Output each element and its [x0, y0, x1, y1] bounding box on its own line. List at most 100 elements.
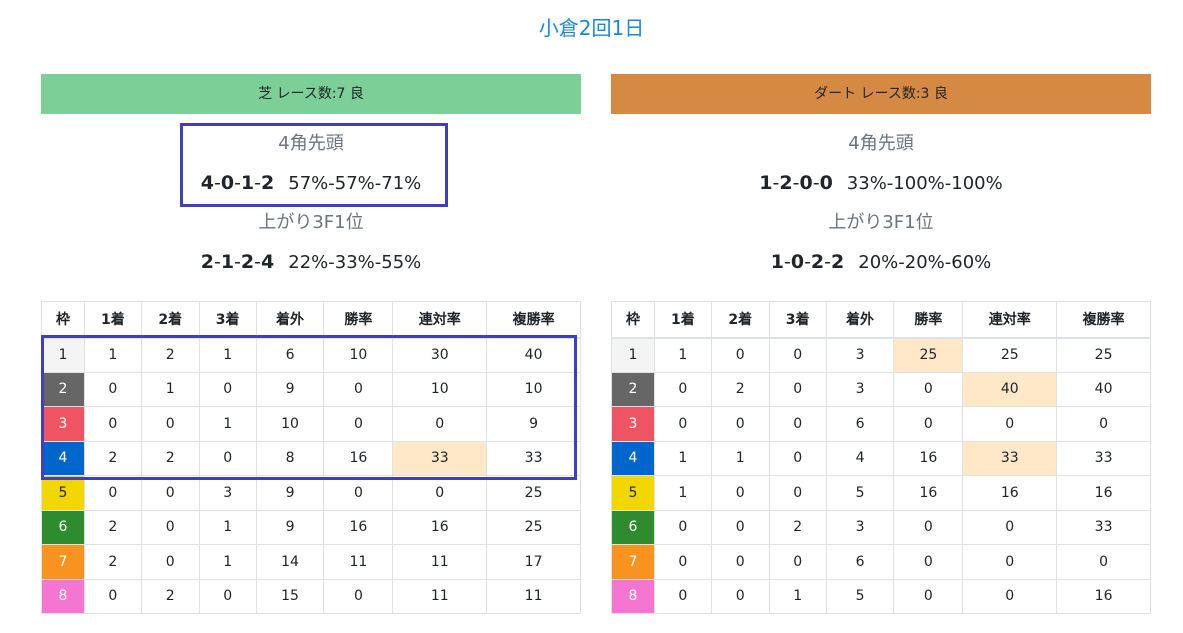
out-cell: 3: [825, 371, 895, 407]
place-rate-cell: 0: [1056, 406, 1151, 442]
second-cell: 2: [140, 440, 200, 476]
quinella-rate-cell: 16: [962, 475, 1058, 511]
column-header-third: 3着: [198, 301, 257, 339]
third-cell: 0: [198, 578, 257, 614]
win-cell: 0: [653, 544, 712, 580]
waku-cell: 4: [41, 440, 85, 476]
count-value: 2: [240, 251, 255, 273]
count-separator: -: [234, 251, 241, 273]
win-rate-cell: 0: [893, 371, 964, 407]
win-cell: 0: [653, 509, 712, 545]
win-cell: 1: [653, 475, 712, 511]
count-value: 1: [759, 172, 773, 194]
column-header-quinella-rate: 連対率: [962, 301, 1058, 339]
corner-lead-counts: 4-0-1-2: [201, 172, 275, 194]
quinella-rate-cell: 0: [392, 475, 488, 511]
count-value: 0: [220, 172, 235, 194]
count-value: 2: [831, 251, 845, 273]
win-cell: 1: [653, 440, 712, 476]
corner-lead-stats: 4角先頭 1-2-0-0 33%-100%-100%: [611, 114, 1151, 203]
table-row: 5 1 0 0 5 16 16 16: [611, 475, 1151, 511]
quinella-rate-cell: 30: [392, 337, 488, 373]
count-value: 2: [810, 251, 825, 273]
quinella-rate-cell: 0: [962, 578, 1058, 614]
out-cell: 9: [255, 509, 325, 545]
page-title[interactable]: 小倉2回1日: [0, 13, 1183, 43]
second-cell: 1: [710, 440, 770, 476]
win-rate-cell: 0: [323, 371, 394, 407]
win-cell: 0: [653, 578, 712, 614]
place-rate-cell: 17: [486, 544, 581, 580]
waku-cell: 7: [41, 544, 85, 580]
third-cell: 0: [768, 440, 827, 476]
out-cell: 5: [825, 578, 895, 614]
out-cell: 14: [255, 544, 325, 580]
count-value: 0: [790, 251, 805, 273]
win-rate-cell: 11: [323, 544, 394, 580]
corner-lead-line: 1-2-0-0 33%-100%-100%: [611, 170, 1151, 197]
place-rate-cell: 33: [1056, 440, 1151, 476]
quinella-rate-cell: 11: [392, 578, 488, 614]
table-row: 6 0 0 2 3 0 0 33: [611, 509, 1151, 545]
corner-lead-counts: 1-2-0-0: [759, 172, 833, 194]
count-value: 0: [799, 172, 813, 194]
waku-cell: 4: [611, 440, 655, 476]
corner-lead-line: 4-0-1-2 57%-57%-71%: [41, 170, 581, 197]
second-cell: 0: [710, 578, 770, 614]
column-header-place-rate: 複勝率: [1056, 301, 1151, 339]
third-cell: 0: [768, 406, 827, 442]
count-value: 2: [261, 172, 275, 194]
third-cell: 1: [198, 337, 257, 373]
place-rate-cell: 9: [486, 406, 581, 442]
turf-panel: 芝 レース数:7 良 4角先頭 4-0-1-2 57%-57%-71% 上がり3F…: [41, 74, 581, 614]
win-rate-cell: 0: [893, 406, 964, 442]
out-cell: 10: [255, 406, 325, 442]
win-rate-cell: 10: [323, 337, 394, 373]
column-header-waku: 枠: [611, 301, 655, 339]
turf-header: 芝 レース数:7 良: [41, 74, 581, 114]
table-row: 8 0 2 0 15 0 11 11: [41, 578, 581, 614]
turf-waku-table: 枠 1着 2着 3着 着外 勝率 連対率 複勝率 1 1 2 1 6 10 30 40 2 0 1 0 9 0 10 10 3…: [41, 301, 581, 614]
second-cell: 2: [710, 371, 770, 407]
agari-first-stats: 上がり3F1位 1-0-2-2 20%-20%-60%: [611, 203, 1151, 282]
win-cell: 0: [653, 406, 712, 442]
count-value: 4: [261, 251, 275, 273]
count-separator: -: [824, 251, 832, 273]
column-header-place-rate: 複勝率: [486, 301, 581, 339]
column-header-second: 2着: [710, 301, 770, 339]
third-cell: 0: [768, 371, 827, 407]
place-rate-cell: 11: [486, 578, 581, 614]
quinella-rate-cell: 0: [392, 406, 488, 442]
agari-first-counts: 2-1-2-4: [201, 251, 275, 273]
waku-cell: 3: [41, 406, 85, 442]
dirt-waku-table: 枠 1着 2着 3着 着外 勝率 連対率 複勝率 1 1 0 0 3 25 25 25 2 0 2 0 3 0 40 40 3…: [611, 301, 1151, 614]
column-header-win: 1着: [653, 301, 712, 339]
place-rate-cell: 33: [486, 440, 581, 476]
third-cell: 1: [198, 509, 257, 545]
waku-cell: 6: [41, 509, 85, 545]
column-header-third: 3着: [768, 301, 827, 339]
third-cell: 0: [768, 337, 827, 373]
third-cell: 3: [198, 475, 257, 511]
third-cell: 0: [198, 440, 257, 476]
agari-first-title: 上がり3F1位: [258, 212, 364, 233]
win-rate-cell: 0: [893, 544, 964, 580]
out-cell: 6: [255, 337, 325, 373]
win-cell: 2: [83, 440, 142, 476]
out-cell: 4: [825, 440, 895, 476]
third-cell: 0: [768, 475, 827, 511]
quinella-rate-cell: 25: [962, 337, 1058, 373]
out-cell: 5: [825, 475, 895, 511]
dirt-header: ダート レース数:3 良: [611, 74, 1151, 114]
count-value: 4: [200, 172, 214, 194]
table-row: 6 2 0 1 9 16 16 25: [41, 509, 581, 545]
out-cell: 9: [255, 475, 325, 511]
count-separator: -: [783, 251, 791, 273]
quinella-rate-cell: 0: [962, 509, 1058, 545]
place-rate-cell: 40: [486, 337, 581, 373]
waku-cell: 7: [611, 544, 655, 580]
place-rate-cell: 0: [1056, 544, 1151, 580]
count-value: 1: [770, 251, 784, 273]
table-row: 30006000: [611, 406, 1151, 442]
win-rate-cell: 0: [323, 406, 394, 442]
